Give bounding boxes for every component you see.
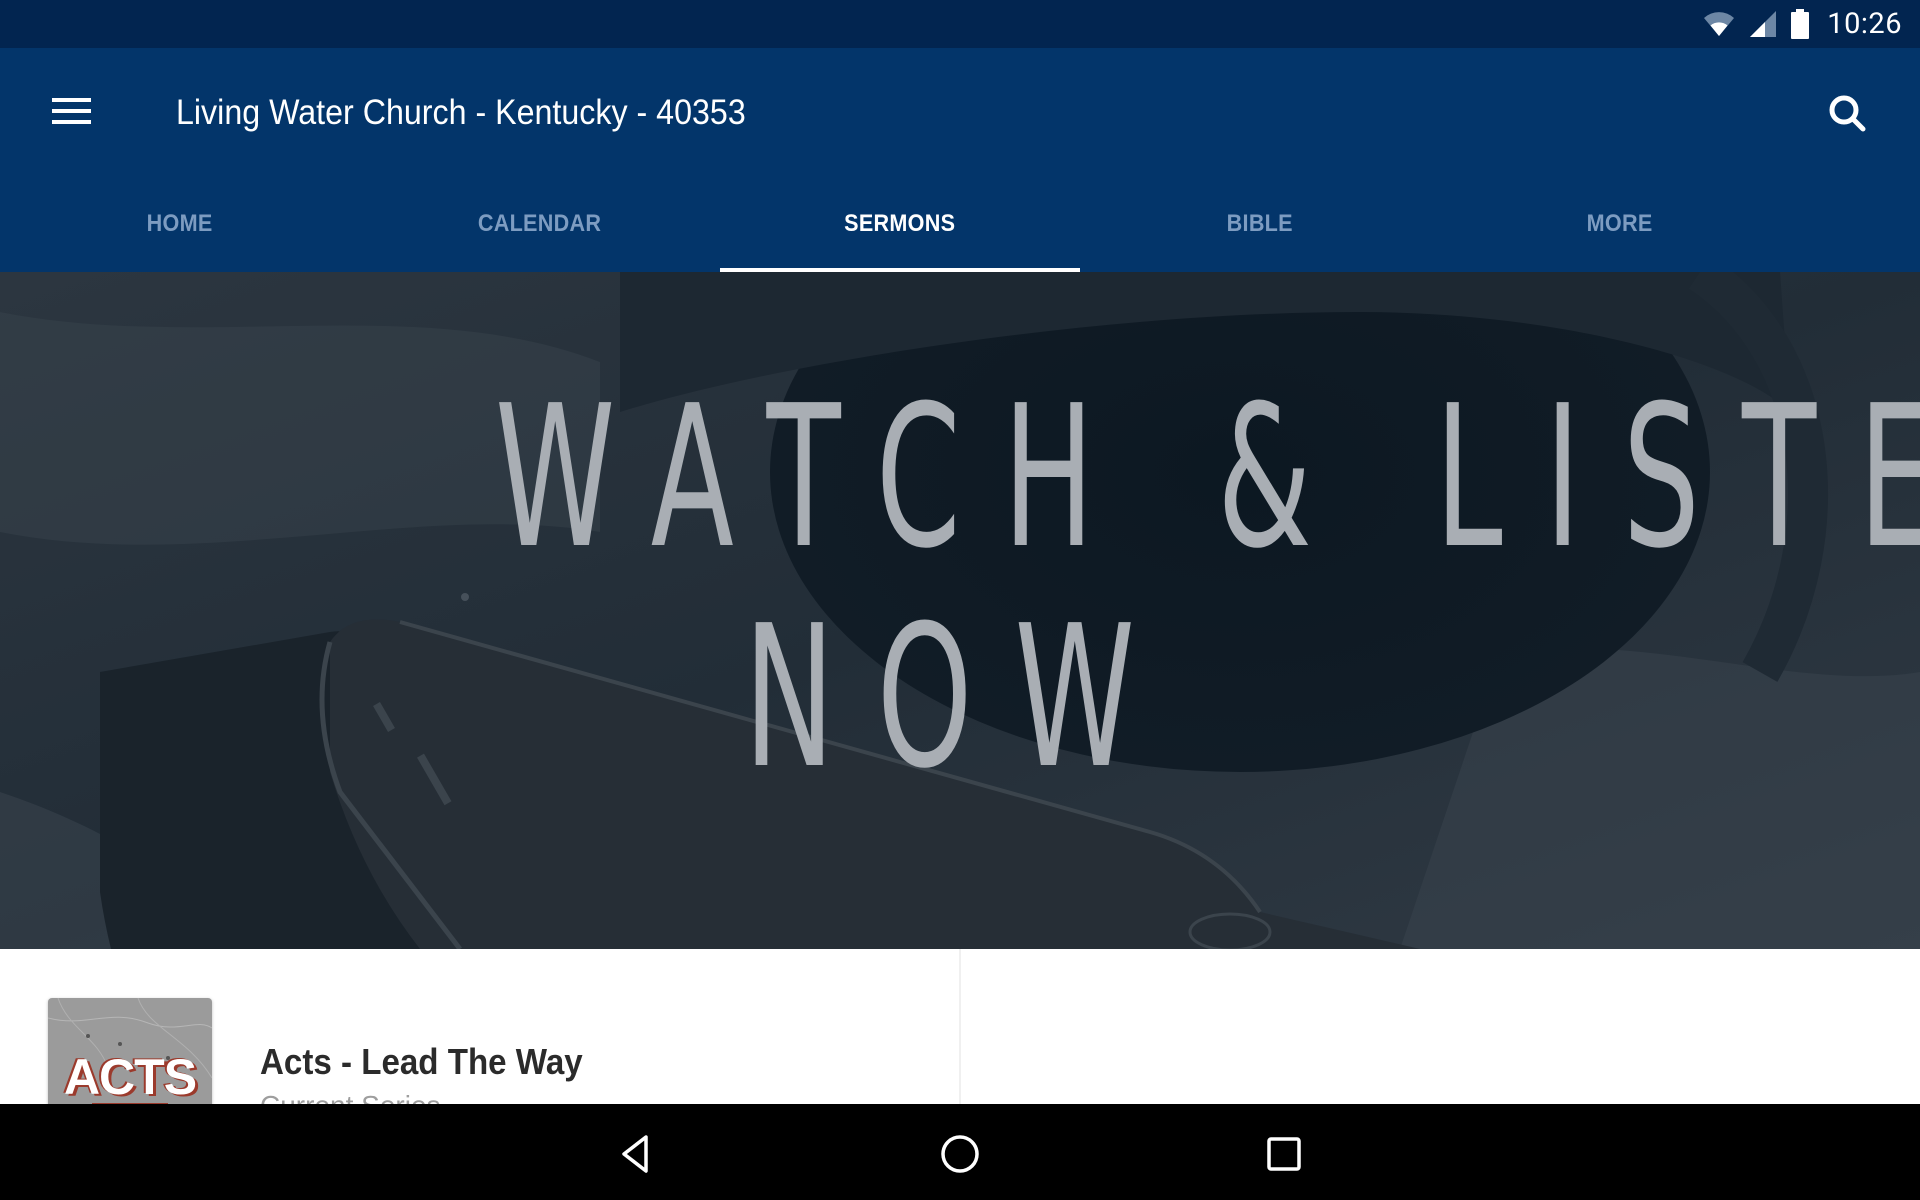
- back-icon: [622, 1135, 648, 1173]
- app-bar: Living Water Church - Kentucky - 40353 H…: [0, 48, 1920, 272]
- tab-home-label: HOME: [147, 210, 213, 237]
- status-bar: 10:26: [0, 0, 1920, 48]
- sermon-series-list: ACTS LEAD THE WAY Acts - Lead The Way Cu…: [0, 949, 1920, 1138]
- right-panel: [961, 949, 1920, 1104]
- tab-calendar[interactable]: CALENDAR: [360, 180, 720, 272]
- tab-bible[interactable]: BIBLE: [1080, 180, 1440, 272]
- battery-icon: [1791, 9, 1810, 39]
- hero-headline-line1-text: WATCH & LISTEN: [495, 364, 1920, 592]
- hero-headline-line2: NOW: [0, 600, 1920, 796]
- tab-bar: HOME CALENDAR SERMONS BIBLE MORE: [0, 180, 1920, 272]
- home-button[interactable]: [938, 1132, 982, 1176]
- recents-icon: [1267, 1137, 1301, 1171]
- status-time: 10:26: [1827, 7, 1902, 41]
- back-button[interactable]: [614, 1132, 658, 1176]
- search-button[interactable]: [1826, 92, 1870, 136]
- cell-signal-icon: [1750, 11, 1777, 37]
- status-icons: 10:26: [1703, 0, 1902, 48]
- tab-more[interactable]: MORE: [1440, 180, 1800, 272]
- recents-button[interactable]: [1262, 1132, 1306, 1176]
- wifi-icon: [1704, 12, 1735, 36]
- tab-sermons-label: SERMONS: [844, 210, 956, 237]
- system-navigation-bar: [0, 1104, 1920, 1200]
- hero-headline-line1: WATCH & LISTEN: [0, 380, 1920, 576]
- home-icon: [941, 1135, 979, 1173]
- tab-home[interactable]: HOME: [0, 180, 360, 272]
- hamburger-menu-icon[interactable]: [52, 96, 92, 126]
- tab-bible-label: BIBLE: [1226, 210, 1294, 237]
- app-title: Living Water Church - Kentucky - 40353: [176, 93, 746, 132]
- thumbnail-word: ACTS: [63, 1049, 197, 1105]
- search-icon: [1829, 95, 1866, 132]
- tab-more-label: MORE: [1587, 210, 1653, 237]
- series-title: Acts - Lead The Way: [260, 1041, 583, 1082]
- tab-sermons[interactable]: SERMONS: [720, 180, 1080, 272]
- series-list-item[interactable]: ACTS LEAD THE WAY Acts - Lead The Way Cu…: [0, 949, 959, 1138]
- left-panel: ACTS LEAD THE WAY Acts - Lead The Way Cu…: [0, 949, 959, 1138]
- tab-calendar-label: CALENDAR: [478, 210, 602, 237]
- hero-headline-line2-text: NOW: [743, 584, 1177, 812]
- hero-banner[interactable]: WATCH & LISTEN NOW: [0, 272, 1920, 949]
